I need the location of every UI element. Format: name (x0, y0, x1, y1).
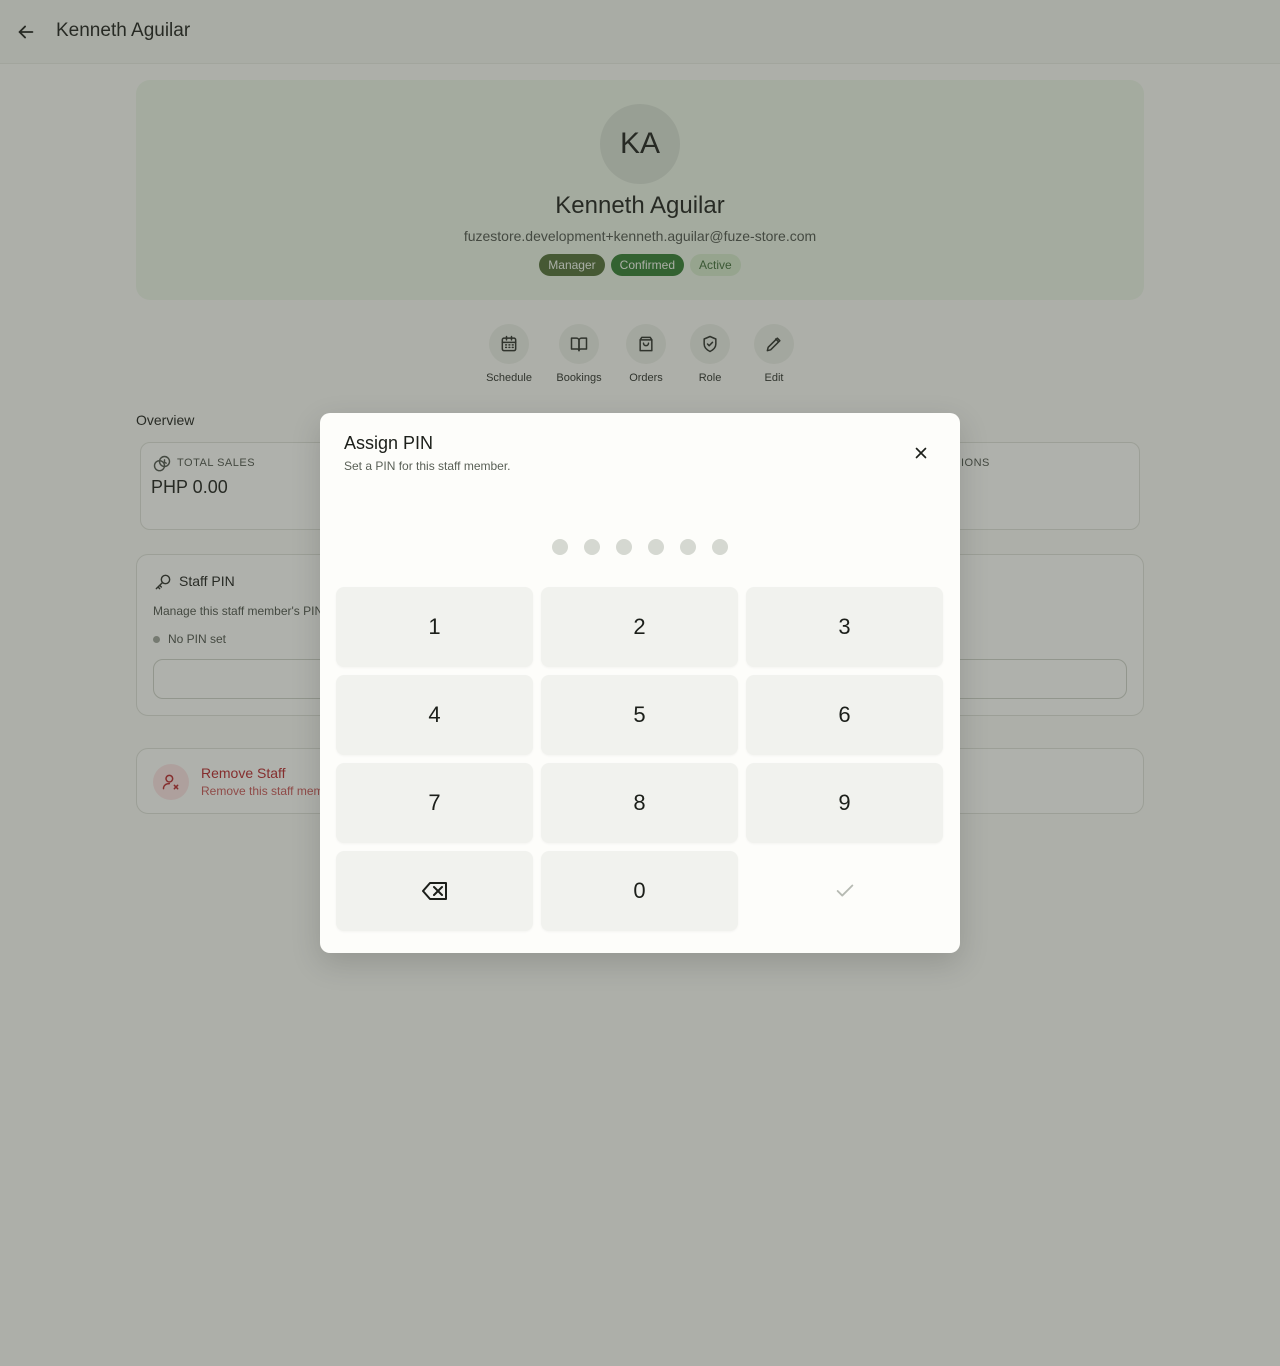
dialog-title: Assign PIN (344, 433, 434, 453)
key-0[interactable]: 0 (541, 851, 738, 931)
backspace-key[interactable] (336, 851, 533, 931)
pin-dot (552, 539, 568, 555)
assign-pin-dialog: Assign PIN Set a PIN for this staff memb… (320, 413, 960, 953)
key-3[interactable]: 3 (746, 587, 943, 667)
key-1[interactable]: 1 (336, 587, 533, 667)
confirm-key[interactable] (746, 851, 943, 931)
backspace-icon (421, 882, 447, 900)
key-9[interactable]: 9 (746, 763, 943, 843)
key-5[interactable]: 5 (541, 675, 738, 755)
key-2[interactable]: 2 (541, 587, 738, 667)
pin-dot (616, 539, 632, 555)
close-icon (915, 447, 927, 459)
staff-detail-page: Kenneth Aguilar KA Kenneth Aguilar fuzes… (0, 0, 1280, 1366)
pin-indicator (320, 539, 960, 555)
close-button[interactable] (908, 440, 934, 466)
pin-dot (680, 539, 696, 555)
pin-dot (648, 539, 664, 555)
dialog-subtitle: Set a PIN for this staff member. (344, 459, 511, 473)
key-4[interactable]: 4 (336, 675, 533, 755)
pin-keypad: 1 2 3 4 5 6 7 8 9 0 (336, 587, 944, 931)
pin-dot (584, 539, 600, 555)
key-6[interactable]: 6 (746, 675, 943, 755)
key-8[interactable]: 8 (541, 763, 738, 843)
key-7[interactable]: 7 (336, 763, 533, 843)
check-icon (836, 884, 853, 897)
pin-dot (712, 539, 728, 555)
